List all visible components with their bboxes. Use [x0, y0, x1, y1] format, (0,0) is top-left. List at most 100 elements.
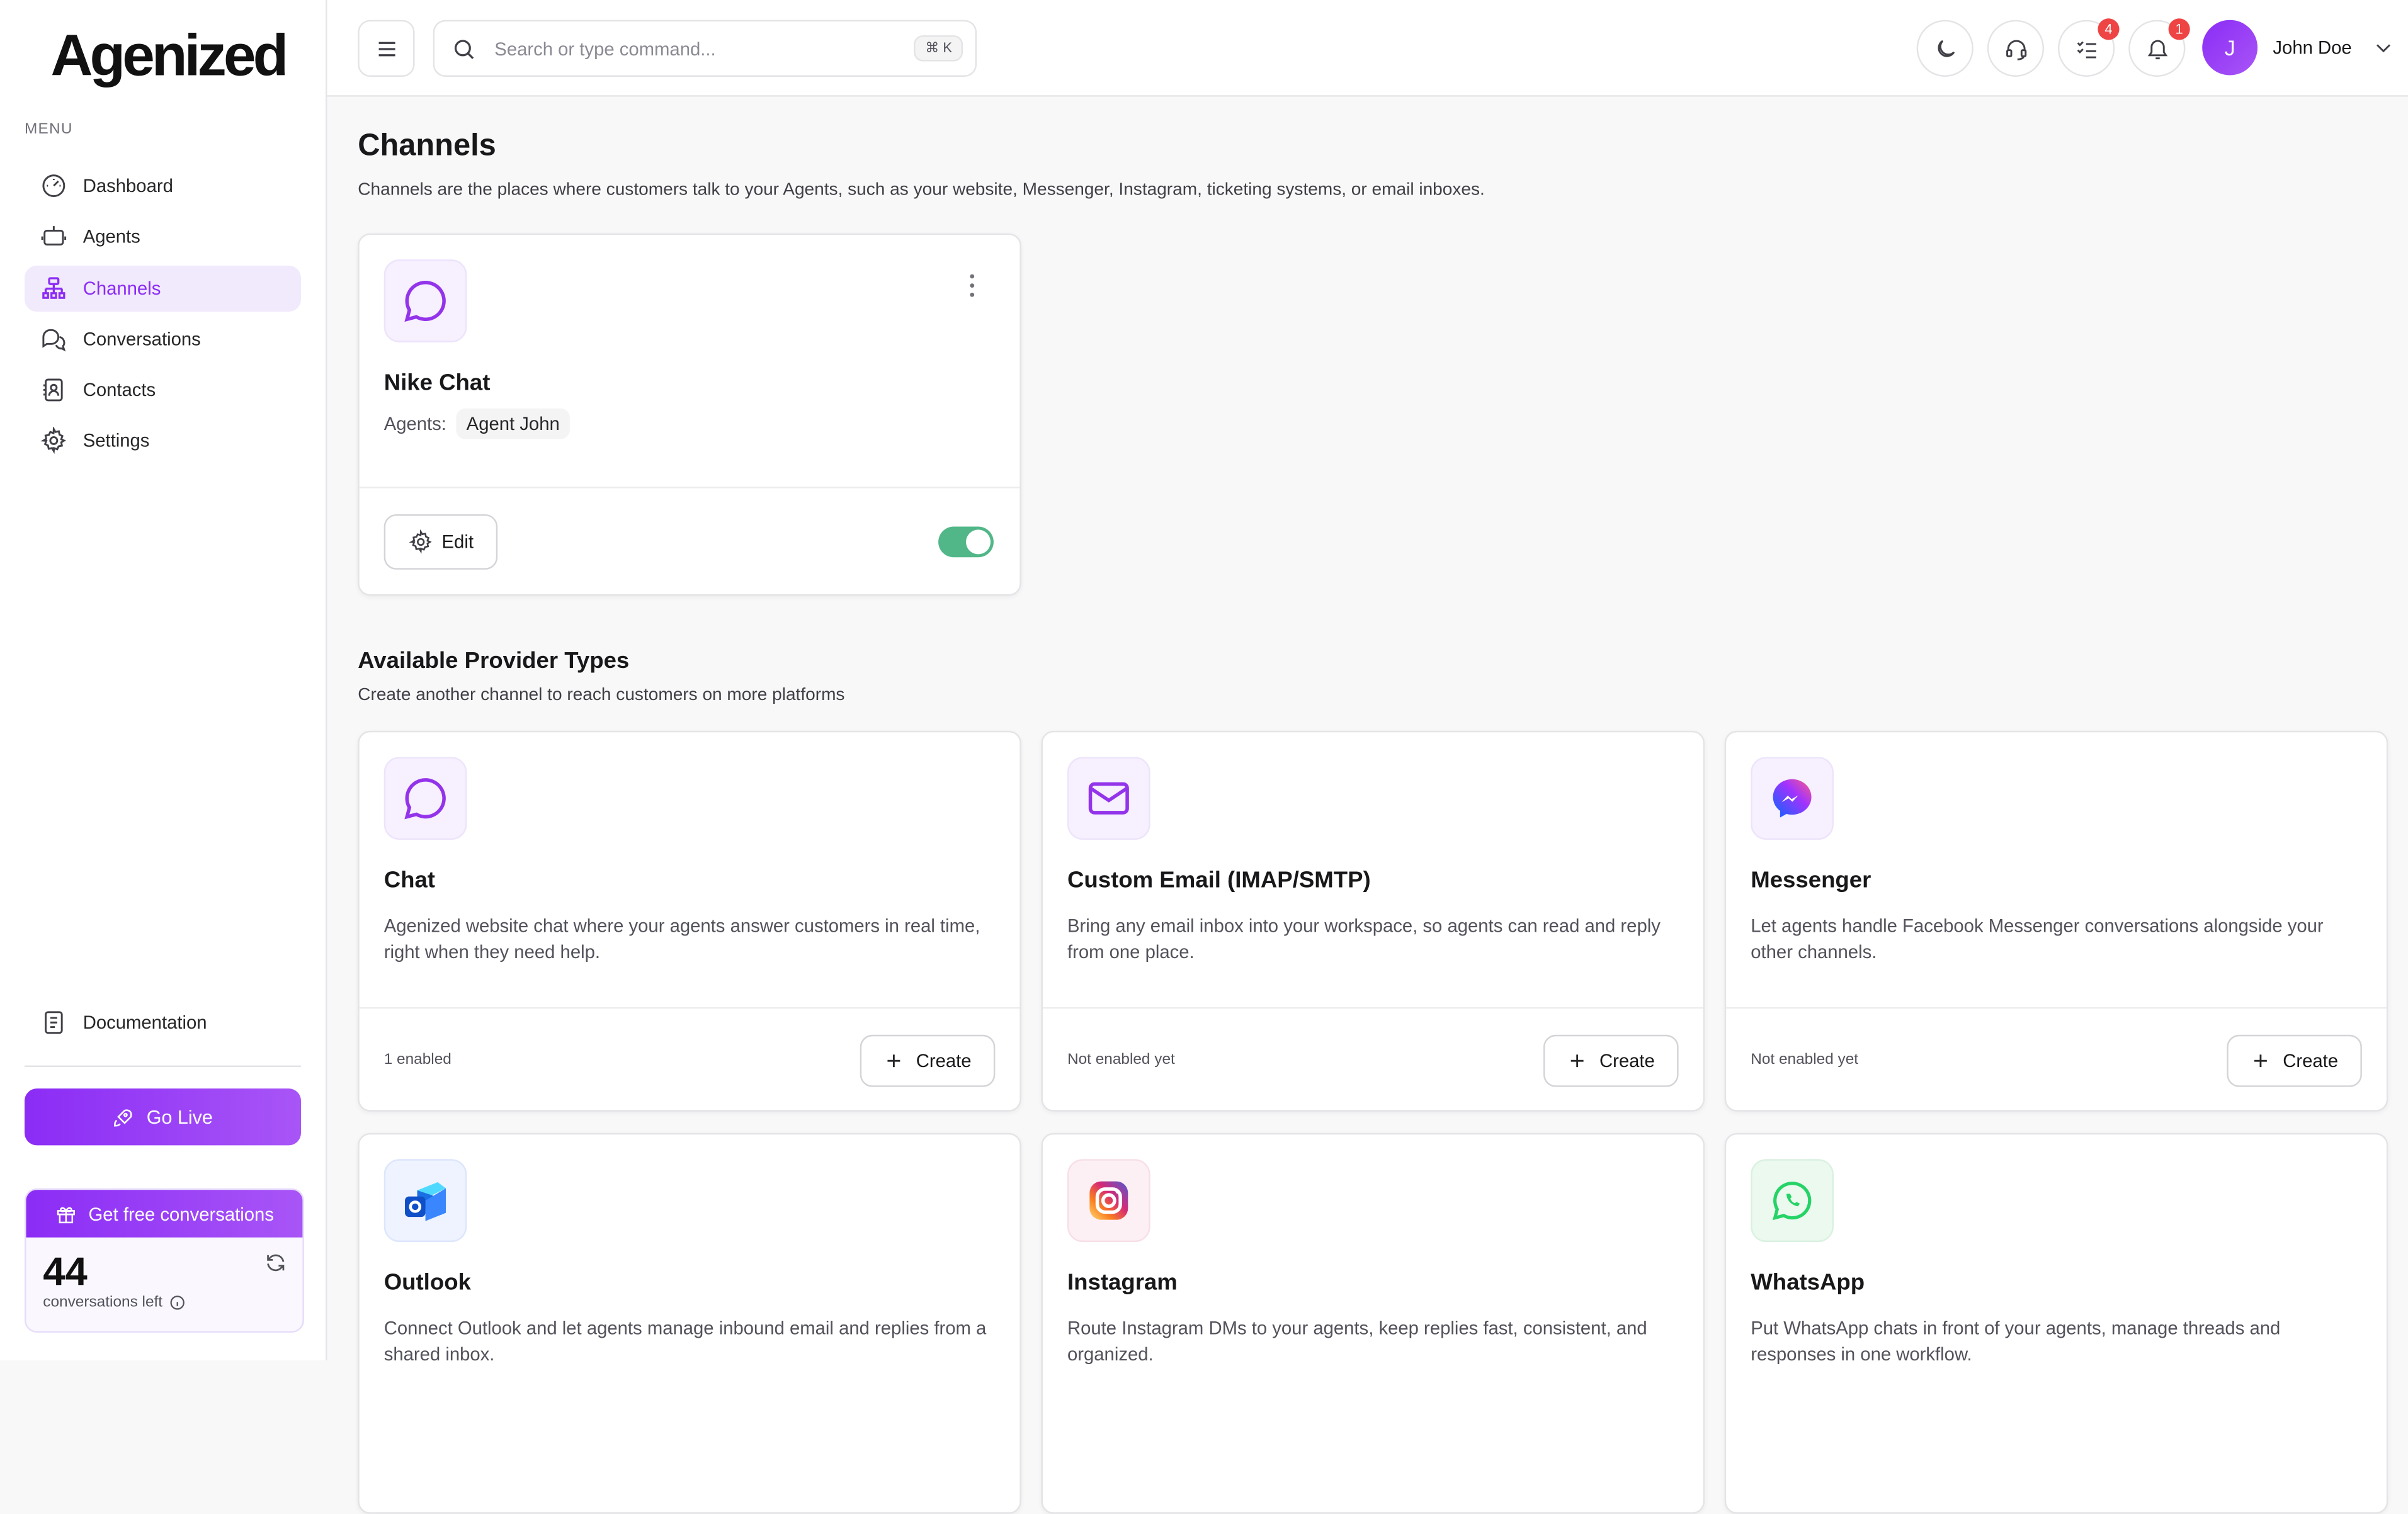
sidebar-item-label: Documentation [82, 1012, 207, 1034]
chat-icon [404, 280, 446, 322]
provider-card-footer: Not enabled yet Create [1042, 1007, 1703, 1110]
provider-icon-tile [1067, 1159, 1150, 1242]
whatsapp-icon [1772, 1182, 1812, 1221]
go-live-button[interactable]: Go Live [25, 1088, 302, 1146]
create-label: Create [1599, 1050, 1655, 1072]
gear-icon [408, 529, 431, 554]
create-label: Create [916, 1050, 972, 1072]
page-title: Channels [358, 128, 496, 163]
sidebar-item-contacts[interactable]: Contacts [25, 367, 301, 413]
logo: Agenized [50, 25, 288, 89]
provider-name: Outlook [383, 1269, 471, 1296]
provider-name: WhatsApp [1751, 1269, 1865, 1296]
channel-card: Nike Chat Agents: Agent John Edit [358, 233, 1021, 596]
create-messenger-button[interactable]: Create [2227, 1034, 2362, 1087]
search-box: ⌘ K [433, 20, 977, 77]
search-input[interactable] [491, 36, 915, 61]
chat-icon [404, 778, 446, 820]
refresh-icon[interactable] [264, 1251, 287, 1275]
topbar: ⌘ K 4 1 J John Doe [327, 0, 2408, 97]
notifications-badge: 1 [2168, 18, 2190, 40]
create-email-button[interactable]: Create [1543, 1034, 1679, 1087]
create-label: Create [2283, 1050, 2339, 1072]
user-name[interactable]: John Doe [2273, 37, 2351, 59]
sidebar-item-agents[interactable]: Agents [25, 214, 301, 260]
provider-status: 1 enabled [383, 1051, 451, 1069]
sidebar-item-settings[interactable]: Settings [25, 419, 301, 465]
agent-chip: Agent John [455, 408, 571, 439]
provider-description: Route Instagram DMs to your agents, keep… [1067, 1317, 1647, 1364]
providers-title: Available Provider Types [358, 648, 630, 674]
provider-description: Let agents handle Facebook Messenger con… [1751, 915, 2324, 962]
messenger-icon [1773, 779, 1812, 818]
hamburger-icon [378, 41, 395, 56]
sidebar-item-label: Agents [82, 226, 140, 248]
get-free-conversations-button[interactable]: Get free conversations [26, 1190, 303, 1238]
menu-toggle-button[interactable] [358, 20, 415, 77]
channel-enabled-toggle[interactable] [938, 526, 994, 558]
edit-button[interactable]: Edit [383, 514, 498, 570]
provider-description: Agenized website chat where your agents … [383, 915, 980, 962]
channel-icon-tile [383, 259, 467, 342]
provider-card-chat: Chat Agenized website chat where your ag… [358, 730, 1021, 1112]
plus-icon [888, 1054, 901, 1068]
sidebar-item-conversations[interactable]: Conversations [25, 316, 301, 362]
theme-toggle-button[interactable] [1916, 20, 1974, 77]
checklist-icon [2076, 40, 2096, 58]
provider-card-footer: Not enabled yet Create [1726, 1007, 2387, 1110]
info-icon[interactable] [169, 1294, 186, 1311]
plus-icon [1571, 1054, 1584, 1068]
search-shortcut: ⌘ K [914, 35, 963, 62]
sidebar-item-label: Settings [82, 431, 150, 453]
envelope-icon [1088, 782, 1129, 815]
plus-icon [2255, 1054, 2268, 1068]
agents-label: Agents: [383, 413, 446, 435]
sidebar-item-documentation[interactable]: Documentation [25, 1000, 316, 1046]
moon-icon [1937, 39, 1954, 57]
conversations-left-label: conversations left [43, 1294, 185, 1311]
free-conversations-card: Get free conversations 44 conversations … [25, 1188, 304, 1333]
chevron-down-icon[interactable] [2373, 37, 2394, 59]
channel-agents: Agents: Agent John [383, 408, 571, 439]
provider-card-footer: 1 enabled Create [359, 1007, 1020, 1110]
toggle-knob [966, 529, 991, 555]
app-root: Agenized MENU Dashboard Agents Channels … [0, 0, 2408, 1514]
sidebar-item-label: Channels [82, 277, 161, 299]
notifications-button[interactable]: 1 [2128, 18, 2190, 77]
outlook-icon [405, 1182, 446, 1221]
provider-description: Bring any email inbox into your workspac… [1067, 915, 1661, 962]
provider-description: Put WhatsApp chats in front of your agen… [1751, 1317, 2281, 1364]
support-button[interactable] [1987, 20, 2045, 77]
create-chat-button[interactable]: Create [860, 1034, 996, 1087]
menu-label: MENU [25, 121, 73, 138]
provider-icon-tile [1751, 1159, 1834, 1242]
more-options-icon[interactable] [963, 272, 981, 300]
channel-card-footer: Edit [359, 487, 1020, 594]
provider-icon-tile [383, 757, 467, 840]
provider-name: Custom Email (IMAP/SMTP) [1067, 867, 1371, 894]
avatar[interactable]: J [2202, 20, 2258, 76]
robot-icon [41, 226, 67, 246]
sidebar-divider [25, 1065, 302, 1067]
tasks-badge: 4 [2098, 18, 2120, 40]
provider-card-email: Custom Email (IMAP/SMTP) Bring any email… [1041, 730, 1705, 1112]
sidebar: Agenized MENU Dashboard Agents Channels … [0, 0, 327, 1360]
sidebar-item-label: Conversations [82, 328, 201, 350]
provider-name: Chat [383, 867, 436, 894]
provider-icon-tile [1067, 757, 1150, 840]
tasks-button[interactable]: 4 [2057, 18, 2120, 77]
sidebar-item-dashboard[interactable]: Dashboard [25, 163, 301, 209]
sidebar-item-channels[interactable]: Channels [25, 264, 302, 312]
provider-icon-tile [383, 1159, 467, 1242]
channels-icon [42, 276, 65, 298]
provider-description: Connect Outlook and let agents manage in… [383, 1317, 987, 1364]
conversations-count: 44 [43, 1248, 88, 1294]
gift-icon [56, 1206, 75, 1223]
contacts-icon [43, 378, 63, 402]
provider-status: Not enabled yet [1067, 1051, 1175, 1069]
provider-card-outlook: Outlook Connect Outlook and let agents m… [358, 1133, 1021, 1514]
search-icon [454, 39, 474, 59]
document-icon [45, 1011, 63, 1034]
headset-icon [2005, 39, 2026, 60]
dashboard-icon [42, 174, 65, 198]
